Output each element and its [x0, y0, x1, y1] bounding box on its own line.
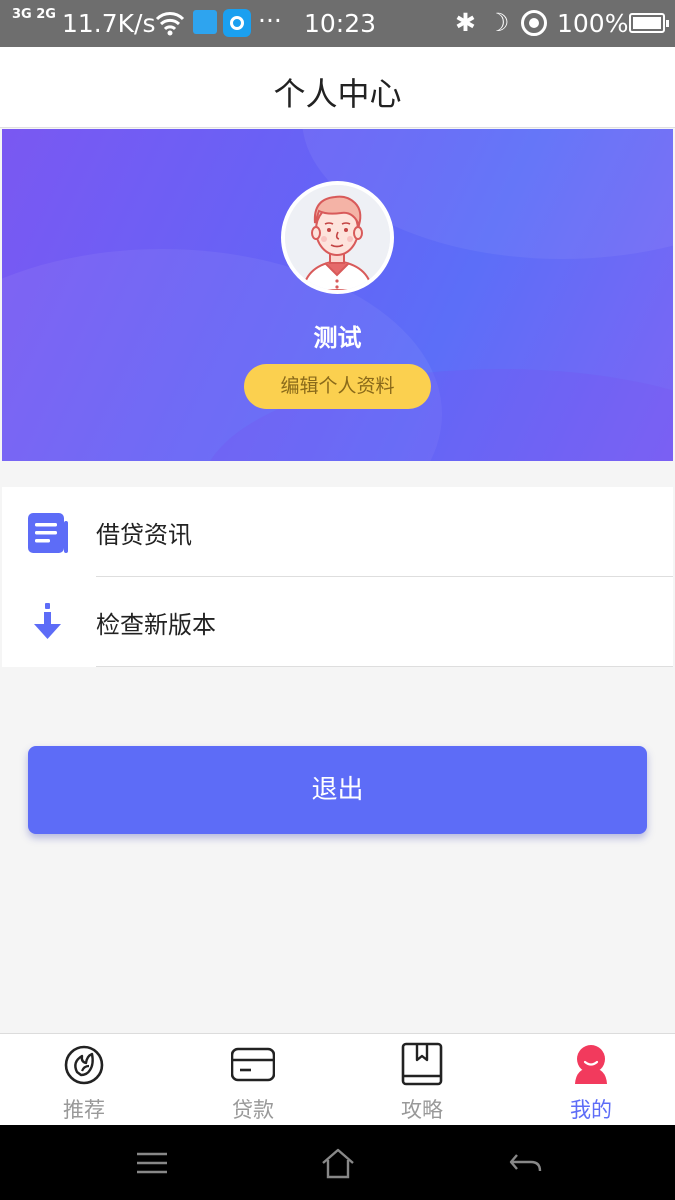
- tab-label: 推荐: [63, 1098, 105, 1122]
- more-notifications-icon: ···: [258, 6, 282, 35]
- tab-recommend[interactable]: 推荐: [0, 1034, 168, 1126]
- menu-item-label: 检查新版本: [96, 611, 216, 639]
- avatar-illustration-icon: [285, 185, 390, 290]
- tab-mine[interactable]: 我的: [507, 1034, 675, 1126]
- tab-label: 攻略: [401, 1098, 443, 1122]
- download-arrow-icon: [34, 603, 61, 639]
- back-icon[interactable]: [507, 1145, 543, 1181]
- profile-banner: 测试 编辑个人资料: [2, 129, 673, 461]
- status-bar: 3G 2G 11.7K/s ··· 10:23 ✱ ☽ 100%: [0, 0, 675, 47]
- network-speed: 11.7K/s: [62, 9, 156, 38]
- title-bar: 个人中心: [0, 47, 675, 128]
- document-icon: [28, 513, 68, 553]
- system-nav-bar: [0, 1125, 675, 1200]
- menu-item-loan-news[interactable]: 借贷资讯: [2, 487, 673, 577]
- tab-guide[interactable]: 攻略: [338, 1034, 506, 1126]
- battery-icon: [629, 13, 669, 33]
- flame-icon: [64, 1045, 104, 1085]
- profile-icon: [575, 1045, 607, 1084]
- tab-loan[interactable]: 贷款: [169, 1034, 337, 1126]
- menu-item-label: 借贷资讯: [96, 521, 192, 549]
- page-title: 个人中心: [273, 75, 402, 113]
- avatar[interactable]: [281, 181, 394, 294]
- wifi-icon: [155, 12, 185, 36]
- menu-list: 借贷资讯 检查新版本: [2, 487, 673, 667]
- card-icon: [231, 1047, 275, 1082]
- menu-icon[interactable]: [134, 1145, 170, 1181]
- edit-profile-button[interactable]: 编辑个人资料: [244, 364, 431, 409]
- tab-label: 我的: [570, 1098, 612, 1122]
- divider: [96, 666, 673, 667]
- tab-label: 贷款: [232, 1098, 274, 1122]
- menu-item-check-update[interactable]: 检查新版本: [2, 577, 673, 667]
- clock: 10:23: [304, 9, 377, 38]
- battery-percent: 100%: [557, 9, 629, 38]
- location-icon: [521, 10, 547, 36]
- book-icon: [401, 1042, 443, 1086]
- home-icon[interactable]: [320, 1145, 356, 1181]
- logout-button[interactable]: 退出: [28, 746, 647, 834]
- app-notification-icon: [193, 10, 217, 34]
- user-name: 测试: [313, 324, 362, 352]
- browser-notification-icon: [223, 9, 251, 37]
- bluetooth-icon: ✱: [455, 8, 476, 37]
- do-not-disturb-icon: ☽: [487, 8, 510, 37]
- bottom-tab-bar: 推荐 贷款 攻略 我的: [0, 1033, 675, 1125]
- network-indicator: 3G 2G: [12, 7, 56, 22]
